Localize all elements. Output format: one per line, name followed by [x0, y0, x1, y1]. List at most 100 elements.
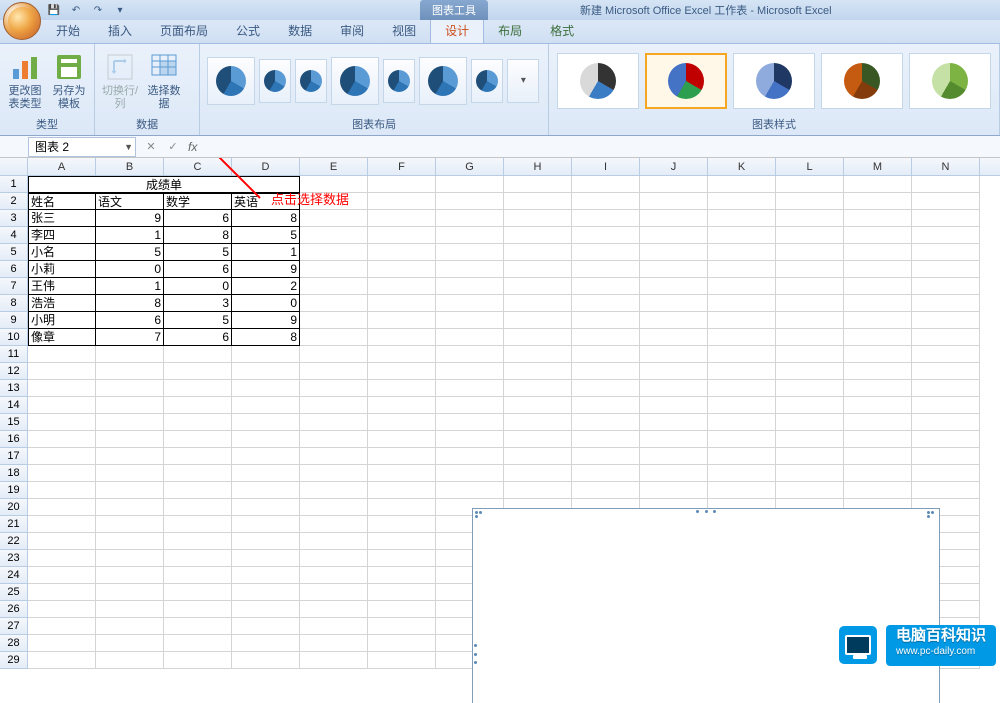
- cell[interactable]: [300, 567, 368, 584]
- cell[interactable]: [572, 397, 640, 414]
- cell[interactable]: [436, 397, 504, 414]
- row-header[interactable]: 13: [0, 380, 28, 397]
- cell[interactable]: [368, 193, 436, 210]
- cell[interactable]: [708, 380, 776, 397]
- cell[interactable]: [164, 431, 232, 448]
- cell[interactable]: [300, 363, 368, 380]
- cell[interactable]: [776, 312, 844, 329]
- cell[interactable]: [776, 278, 844, 295]
- cell[interactable]: [28, 363, 96, 380]
- cell[interactable]: [504, 414, 572, 431]
- cell[interactable]: [368, 465, 436, 482]
- cell[interactable]: [912, 312, 980, 329]
- cell[interactable]: [164, 465, 232, 482]
- cell[interactable]: 0: [96, 261, 164, 278]
- cell[interactable]: [368, 278, 436, 295]
- tab-layout[interactable]: 布局: [484, 18, 536, 43]
- cell[interactable]: [776, 193, 844, 210]
- cell[interactable]: [504, 448, 572, 465]
- cell[interactable]: [28, 584, 96, 601]
- cell[interactable]: [96, 448, 164, 465]
- chart-layout-4[interactable]: [331, 57, 379, 105]
- cell[interactable]: [164, 346, 232, 363]
- cell[interactable]: [300, 465, 368, 482]
- cell[interactable]: [912, 346, 980, 363]
- worksheet-grid[interactable]: ABCDEFGHIJKLMN 1234567891011121314151617…: [0, 158, 1000, 703]
- row-header[interactable]: 12: [0, 363, 28, 380]
- cell[interactable]: [28, 465, 96, 482]
- cell[interactable]: 6: [164, 329, 232, 346]
- cell[interactable]: [844, 227, 912, 244]
- cell[interactable]: [28, 567, 96, 584]
- cell[interactable]: [28, 550, 96, 567]
- cell[interactable]: [776, 465, 844, 482]
- cell[interactable]: [776, 448, 844, 465]
- cell[interactable]: [28, 618, 96, 635]
- row-header[interactable]: 1: [0, 176, 28, 193]
- undo-icon[interactable]: ↶: [67, 2, 85, 18]
- cell[interactable]: [300, 329, 368, 346]
- column-header[interactable]: M: [844, 158, 912, 175]
- cell[interactable]: [368, 431, 436, 448]
- cell[interactable]: [640, 295, 708, 312]
- cell[interactable]: [368, 601, 436, 618]
- cell[interactable]: [504, 261, 572, 278]
- cell[interactable]: 李四: [28, 227, 96, 244]
- cell[interactable]: [368, 499, 436, 516]
- cell[interactable]: [504, 397, 572, 414]
- cell[interactable]: [572, 363, 640, 380]
- name-box-dropdown-icon[interactable]: ▼: [124, 142, 133, 152]
- cell[interactable]: [572, 482, 640, 499]
- save-icon[interactable]: 💾: [45, 2, 63, 18]
- cell[interactable]: [504, 244, 572, 261]
- cell[interactable]: [504, 193, 572, 210]
- cell[interactable]: 语文: [96, 193, 164, 210]
- cell[interactable]: [708, 465, 776, 482]
- tab-formulas[interactable]: 公式: [222, 18, 274, 43]
- row-header[interactable]: 19: [0, 482, 28, 499]
- row-header[interactable]: 11: [0, 346, 28, 363]
- cell[interactable]: [708, 431, 776, 448]
- cell[interactable]: [708, 278, 776, 295]
- cell[interactable]: [708, 414, 776, 431]
- cell[interactable]: [776, 210, 844, 227]
- cell[interactable]: [232, 397, 300, 414]
- cell[interactable]: [368, 516, 436, 533]
- column-header[interactable]: J: [640, 158, 708, 175]
- cell[interactable]: 0: [232, 295, 300, 312]
- tab-view[interactable]: 视图: [378, 18, 430, 43]
- cell[interactable]: [844, 244, 912, 261]
- cell[interactable]: 9: [96, 210, 164, 227]
- cell[interactable]: [300, 210, 368, 227]
- cell[interactable]: [912, 448, 980, 465]
- cell[interactable]: [640, 465, 708, 482]
- cell[interactable]: [368, 261, 436, 278]
- enter-formula-icon[interactable]: ✓: [162, 138, 184, 156]
- cell[interactable]: [300, 516, 368, 533]
- chart-style-2[interactable]: [645, 53, 727, 109]
- tab-design[interactable]: 设计: [430, 17, 484, 43]
- cell[interactable]: [912, 329, 980, 346]
- cell[interactable]: 像章: [28, 329, 96, 346]
- cell[interactable]: 小莉: [28, 261, 96, 278]
- formula-input[interactable]: [201, 138, 1000, 156]
- row-header[interactable]: 22: [0, 533, 28, 550]
- cell[interactable]: [708, 176, 776, 193]
- cell[interactable]: [912, 210, 980, 227]
- cell[interactable]: [572, 176, 640, 193]
- cell[interactable]: [232, 584, 300, 601]
- cell[interactable]: [232, 652, 300, 669]
- cell[interactable]: [844, 346, 912, 363]
- cell[interactable]: [572, 278, 640, 295]
- cell[interactable]: 小名: [28, 244, 96, 261]
- row-header[interactable]: 21: [0, 516, 28, 533]
- cell[interactable]: [368, 397, 436, 414]
- cell[interactable]: [232, 618, 300, 635]
- cell[interactable]: [776, 363, 844, 380]
- column-header[interactable]: L: [776, 158, 844, 175]
- row-header[interactable]: 2: [0, 193, 28, 210]
- cell[interactable]: [368, 448, 436, 465]
- chart-object[interactable]: 图表区: [472, 508, 940, 703]
- cell[interactable]: [504, 380, 572, 397]
- cell[interactable]: [844, 397, 912, 414]
